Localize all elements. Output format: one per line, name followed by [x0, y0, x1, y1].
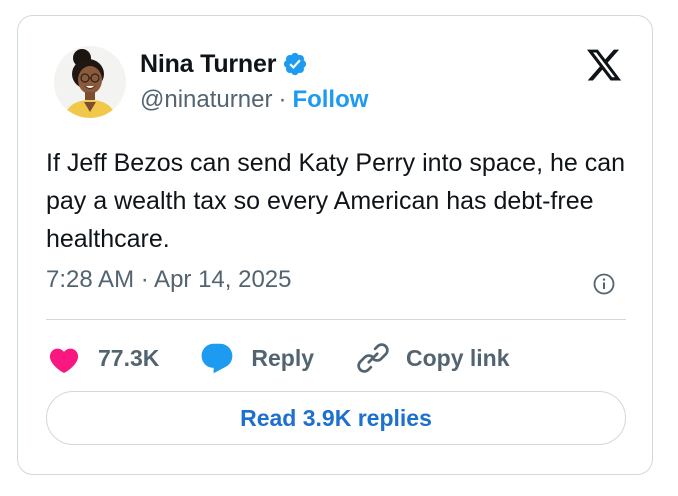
- like-button[interactable]: 77.3K: [46, 340, 159, 376]
- tweet-timestamp[interactable]: 7:28 AM · Apr 14, 2025: [46, 266, 292, 294]
- like-count: 77.3K: [98, 344, 160, 371]
- avatar-image: [54, 46, 126, 118]
- divider: [46, 319, 626, 320]
- tweet-embed-card: Nina Turner @ninaturner · Follow If Jeff…: [17, 15, 653, 475]
- reply-button[interactable]: Reply: [199, 340, 314, 376]
- action-bar: 77.3K Reply Copy link: [46, 338, 510, 378]
- x-logo-icon[interactable]: [585, 46, 623, 84]
- reply-label: Reply: [251, 344, 315, 371]
- tweet-text: If Jeff Bezos can send Katy Perry into s…: [46, 149, 626, 253]
- verified-badge-icon: [284, 52, 307, 76]
- author-name-row: Nina Turner: [140, 49, 308, 79]
- speech-bubble-icon: [202, 343, 233, 374]
- avatar[interactable]: [54, 46, 126, 118]
- heart-icon: [49, 348, 79, 373]
- follow-button[interactable]: Follow: [292, 86, 368, 114]
- author-handle[interactable]: @ninaturner: [140, 86, 272, 114]
- link-icon: [357, 343, 389, 373]
- info-icon[interactable]: [592, 272, 616, 296]
- author-name[interactable]: Nina Turner: [140, 50, 276, 79]
- handle-separator: ·: [278, 86, 287, 113]
- copy-link-button[interactable]: Copy link: [356, 341, 510, 375]
- read-replies-button[interactable]: Read 3.9K replies: [46, 391, 626, 445]
- author-handle-row: @ninaturner · Follow: [140, 85, 368, 115]
- copy-link-label: Copy link: [406, 344, 510, 371]
